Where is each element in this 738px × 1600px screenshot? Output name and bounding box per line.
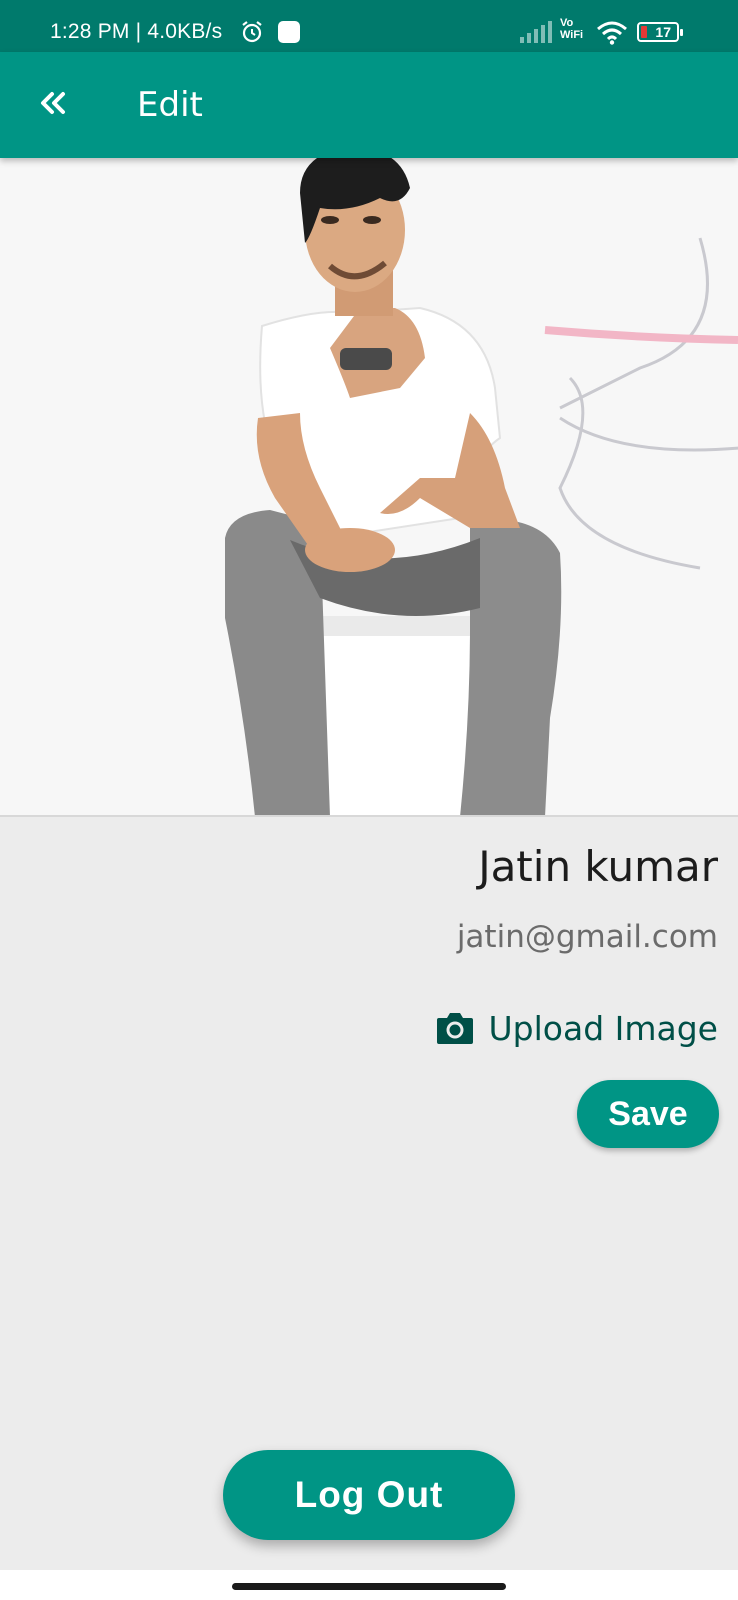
battery-icon: 17 — [637, 22, 683, 42]
vowifi-bottom: WiFi — [560, 29, 584, 41]
upload-image-label: Upload Image — [488, 1008, 718, 1048]
save-button[interactable]: Save — [577, 1080, 719, 1148]
wifi-icon — [597, 21, 627, 45]
home-indicator[interactable] — [232, 1583, 506, 1590]
status-bar: 1:28 PM | 4.0KB/s Vo WiFi 17 — [0, 0, 738, 52]
user-name: Jatin kumar — [478, 842, 718, 891]
camera-icon — [436, 1013, 473, 1044]
profile-photo — [0, 158, 738, 815]
status-time: 1:28 PM | 4.0KB/s — [50, 20, 223, 43]
signal-icon — [520, 21, 552, 43]
page-title: Edit — [137, 85, 203, 125]
user-email: jatin@gmail.com — [456, 919, 718, 955]
profile-image — [0, 158, 738, 817]
vowifi-top: Vo — [560, 17, 574, 29]
logout-button[interactable]: Log Out — [223, 1450, 515, 1540]
app-bar: Edit — [0, 52, 738, 158]
vowifi-icon: Vo WiFi — [560, 17, 583, 41]
alarm-icon — [242, 21, 262, 43]
double-chevron-left-icon[interactable] — [38, 88, 68, 118]
notification-icon — [278, 21, 300, 43]
upload-image-button[interactable]: Upload Image — [435, 1006, 718, 1050]
